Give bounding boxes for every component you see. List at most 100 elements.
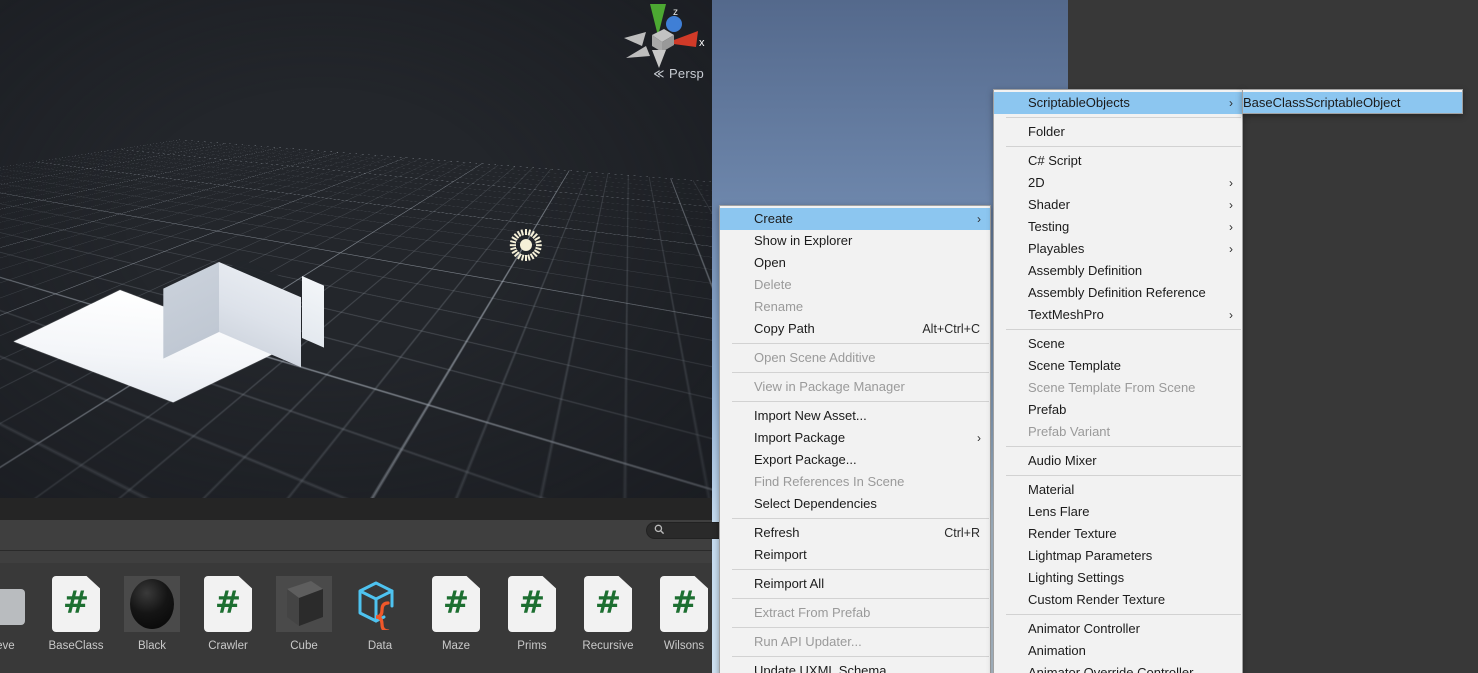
menu-item-label: Lens Flare xyxy=(1028,504,1090,519)
directional-light-gizmo[interactable] xyxy=(509,229,542,261)
menu-item-label: Refresh xyxy=(754,525,800,540)
menu-item-label: Folder xyxy=(1028,124,1065,139)
menu-item-label: Render Texture xyxy=(1028,526,1117,541)
create-menu-item-assembly-definition-reference[interactable]: Assembly Definition Reference xyxy=(994,282,1242,304)
create-menu-item-material[interactable]: Material xyxy=(994,479,1242,501)
scriptable-objects-submenu[interactable]: BaseClassScriptableObject xyxy=(1242,89,1463,114)
asset-thumbnail: # xyxy=(44,572,108,636)
asset-label: BaseClass xyxy=(48,640,104,652)
create-menu-item-audio-mixer[interactable]: Audio Mixer xyxy=(994,450,1242,472)
menu-item-label: Find References In Scene xyxy=(754,474,905,489)
context-menu-item-open[interactable]: Open xyxy=(720,252,990,274)
asset-item-prims[interactable]: # Prims xyxy=(494,572,570,652)
create-menu-item-assembly-definition[interactable]: Assembly Definition xyxy=(994,260,1242,282)
projection-mode-label[interactable]: ≪ Persp xyxy=(612,66,710,82)
chevron-right-icon: › xyxy=(1229,220,1233,234)
create-menu-item-lighting-settings[interactable]: Lighting Settings xyxy=(994,567,1242,589)
context-menu-item-separator xyxy=(732,401,989,402)
context-menu-item-copy-path[interactable]: Copy Path Alt+Ctrl+C xyxy=(720,318,990,340)
asset-item-cube[interactable]: Cube xyxy=(266,572,342,652)
asset-item-black[interactable]: Black xyxy=(114,572,190,652)
context-menu-item-find-references-in-scene: Find References In Scene xyxy=(720,471,990,493)
create-menu-item-scriptableobjects[interactable]: ScriptableObjects › xyxy=(994,92,1242,114)
menu-item-label: Delete xyxy=(754,277,792,292)
create-menu-item-testing[interactable]: Testing › xyxy=(994,216,1242,238)
asset-label: Steve xyxy=(0,640,15,652)
folder-icon xyxy=(0,583,25,625)
menu-item-label: Lightmap Parameters xyxy=(1028,548,1153,563)
context-menu-item-view-in-package-manager: View in Package Manager xyxy=(720,376,990,398)
menu-item-label: Scene Template From Scene xyxy=(1028,380,1196,395)
create-menu-item-lens-flare[interactable]: Lens Flare xyxy=(994,501,1242,523)
menu-item-label: Audio Mixer xyxy=(1028,453,1097,468)
asset-item-maze[interactable]: # Maze xyxy=(418,572,494,652)
menu-item-label: Prefab xyxy=(1028,402,1067,417)
create-menu-item-playables[interactable]: Playables › xyxy=(994,238,1242,260)
create-menu-item-animator-controller[interactable]: Animator Controller xyxy=(994,618,1242,640)
create-menu-item-2d[interactable]: 2D › xyxy=(994,172,1242,194)
create-menu-item-animation[interactable]: Animation xyxy=(994,640,1242,662)
asset-item-crawler[interactable]: # Crawler xyxy=(190,572,266,652)
create-menu-item-c-script[interactable]: C# Script xyxy=(994,150,1242,172)
create-submenu[interactable]: ScriptableObjects › Folder C# Script 2D › Shad… xyxy=(993,89,1243,673)
create-menu-item-scene[interactable]: Scene xyxy=(994,333,1242,355)
context-menu-item-export-package[interactable]: Export Package... xyxy=(720,449,990,471)
menu-item-label: Scene Template xyxy=(1028,358,1121,373)
context-menu-item-reimport-all[interactable]: Reimport All xyxy=(720,573,990,595)
context-menu-item-create[interactable]: Create › xyxy=(720,208,990,230)
scene-view[interactable]: z x ≪ Persp xyxy=(0,0,712,498)
context-menu-item-update-uxml-schema[interactable]: Update UXML Schema xyxy=(720,660,990,673)
menu-item-label: Shader xyxy=(1028,197,1070,212)
asset-item-data[interactable]: Data xyxy=(342,572,418,652)
maze-wall-post[interactable] xyxy=(302,276,324,348)
axis-gizmo-svg: z x xyxy=(624,4,705,68)
create-menu-item-prefab[interactable]: Prefab xyxy=(994,399,1242,421)
context-menu-item-import-new-asset[interactable]: Import New Asset... xyxy=(720,405,990,427)
asset-grid: Steve # BaseClass Black # Crawler xyxy=(0,572,722,652)
axis-negz-cone-icon xyxy=(626,46,650,58)
menu-item-label: Extract From Prefab xyxy=(754,605,871,620)
project-panel-toolbar xyxy=(0,520,712,551)
create-menu-item-animator-override-controller[interactable]: Animator Override Controller xyxy=(994,662,1242,673)
asset-item-wilsons[interactable]: # Wilsons xyxy=(646,572,722,652)
scene-orientation-gizmo[interactable]: z x ≪ Persp xyxy=(612,2,710,90)
create-menu-item-folder[interactable]: Folder xyxy=(994,121,1242,143)
menu-item-label: Assembly Definition xyxy=(1028,263,1143,278)
context-menu-item-refresh[interactable]: Refresh Ctrl+R xyxy=(720,522,990,544)
context-menu-item-reimport[interactable]: Reimport xyxy=(720,544,990,566)
create-menu-item-render-texture[interactable]: Render Texture xyxy=(994,523,1242,545)
context-menu-item-open-scene-additive: Open Scene Additive xyxy=(720,347,990,369)
create-menu-item-custom-render-texture[interactable]: Custom Render Texture xyxy=(994,589,1242,611)
create-menu-item-lightmap-parameters[interactable]: Lightmap Parameters xyxy=(994,545,1242,567)
scene-grid-major xyxy=(0,0,712,498)
asset-item-recursive[interactable]: # Recursive xyxy=(570,572,646,652)
scriptable-objects-menu-item-baseclassscriptableobject[interactable]: BaseClassScriptableObject xyxy=(1243,92,1462,113)
create-menu-item-shader[interactable]: Shader › xyxy=(994,194,1242,216)
context-menu-item-separator xyxy=(732,343,989,344)
asset-label: Data xyxy=(367,640,393,652)
menu-item-label: Import Package xyxy=(754,430,846,445)
project-context-menu[interactable]: Create › Show in Explorer Open Delete Rename C… xyxy=(719,205,991,673)
context-menu-item-import-package[interactable]: Import Package › xyxy=(720,427,990,449)
menu-item-label: Open Scene Additive xyxy=(754,350,876,365)
context-menu-item-show-in-explorer[interactable]: Show in Explorer xyxy=(720,230,990,252)
menu-item-label: Prefab Variant xyxy=(1028,424,1111,439)
csharp-script-icon: # xyxy=(508,576,556,632)
menu-item-label: Assembly Definition Reference xyxy=(1028,285,1206,300)
asset-item-steve[interactable]: Steve xyxy=(0,572,38,652)
axis-negx-cone-icon xyxy=(624,32,646,46)
create-menu-item-separator xyxy=(1006,146,1241,147)
asset-thumbnail: # xyxy=(424,572,488,636)
asset-label: Black xyxy=(137,640,167,652)
csharp-script-icon: # xyxy=(660,576,708,632)
create-menu-item-scene-template[interactable]: Scene Template xyxy=(994,355,1242,377)
chevron-right-icon: › xyxy=(977,431,981,445)
context-menu-item-select-dependencies[interactable]: Select Dependencies xyxy=(720,493,990,515)
asset-label: Recursive xyxy=(582,640,634,652)
axis-z-ball-icon xyxy=(666,16,682,32)
menu-item-label: Update UXML Schema xyxy=(754,663,887,673)
material-sphere-icon xyxy=(124,576,180,632)
asset-item-baseclass[interactable]: # BaseClass xyxy=(38,572,114,652)
chevron-right-icon: › xyxy=(977,212,981,226)
create-menu-item-textmeshpro[interactable]: TextMeshPro › xyxy=(994,304,1242,326)
